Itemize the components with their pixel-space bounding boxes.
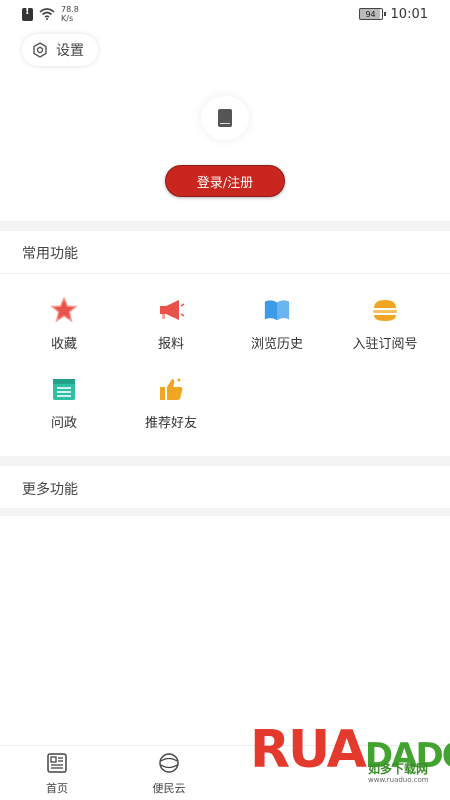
wm-letter: O bbox=[442, 736, 450, 776]
func-favorites[interactable]: 收藏 bbox=[9, 297, 119, 352]
section-divider bbox=[0, 456, 450, 466]
speed-unit: K/s bbox=[61, 14, 74, 23]
burger-icon bbox=[371, 297, 399, 323]
watermark-logo: RUADADO 如多下载网 www.ruaduo.com bbox=[250, 720, 450, 795]
section-line bbox=[0, 273, 450, 274]
settings-button[interactable]: 设置 bbox=[22, 34, 98, 66]
speed-value: 78.8 bbox=[61, 5, 79, 14]
wm-letter: U bbox=[288, 720, 329, 780]
book-icon bbox=[263, 297, 291, 323]
status-right: 94 10:01 bbox=[358, 6, 428, 22]
func-label: 浏览历史 bbox=[250, 337, 303, 352]
func-history[interactable]: 浏览历史 bbox=[222, 297, 332, 352]
section-title-more: 更多功能 bbox=[22, 482, 78, 498]
nav-home[interactable]: 首页 bbox=[27, 752, 87, 796]
func-report[interactable]: 报料 bbox=[116, 297, 226, 352]
section-divider bbox=[0, 221, 450, 231]
watermark-url: www.ruaduo.com bbox=[368, 776, 429, 784]
func-label: 收藏 bbox=[50, 337, 77, 352]
func-label: 入驻订阅号 bbox=[352, 337, 418, 352]
calendar-icon bbox=[50, 376, 78, 402]
news-icon bbox=[47, 753, 67, 773]
func-label: 推荐好友 bbox=[144, 416, 197, 431]
settings-label: 设置 bbox=[56, 43, 84, 59]
wm-letter: A bbox=[326, 720, 367, 780]
login-register-button[interactable]: 登录/注册 bbox=[165, 165, 285, 197]
clock: 10:01 bbox=[390, 6, 428, 22]
func-recommend[interactable]: 推荐好友 bbox=[116, 376, 226, 431]
func-label: 报料 bbox=[157, 337, 184, 352]
watermark-cn: 如多下载网 bbox=[368, 762, 429, 776]
star-icon bbox=[50, 297, 78, 323]
thumbs-up-icon bbox=[157, 376, 185, 402]
phone-icon bbox=[218, 109, 232, 127]
battery-level: 94 bbox=[365, 9, 376, 19]
sim-alert-icon bbox=[22, 6, 33, 21]
func-inquiry[interactable]: 问政 bbox=[9, 376, 119, 431]
section-title-common: 常用功能 bbox=[22, 246, 78, 262]
nav-service-cloud[interactable]: 便民云 bbox=[139, 752, 199, 796]
network-speed: 78.8 K/s bbox=[61, 5, 79, 23]
cloud-icon bbox=[159, 753, 179, 773]
status-left: 78.8 K/s bbox=[22, 5, 79, 23]
avatar[interactable] bbox=[201, 96, 249, 140]
nav-label: 便民云 bbox=[152, 782, 186, 795]
megaphone-icon bbox=[157, 297, 185, 323]
status-bar: 78.8 K/s 94 10:01 bbox=[0, 0, 450, 28]
battery-icon: 94 bbox=[358, 8, 386, 20]
gear-icon bbox=[33, 42, 47, 58]
func-subscribe[interactable]: 入驻订阅号 bbox=[330, 297, 440, 352]
wm-letter: R bbox=[250, 720, 290, 780]
wifi-icon bbox=[39, 8, 55, 20]
func-label: 问政 bbox=[50, 416, 77, 431]
nav-label: 首页 bbox=[46, 782, 68, 795]
section-divider bbox=[0, 508, 450, 516]
